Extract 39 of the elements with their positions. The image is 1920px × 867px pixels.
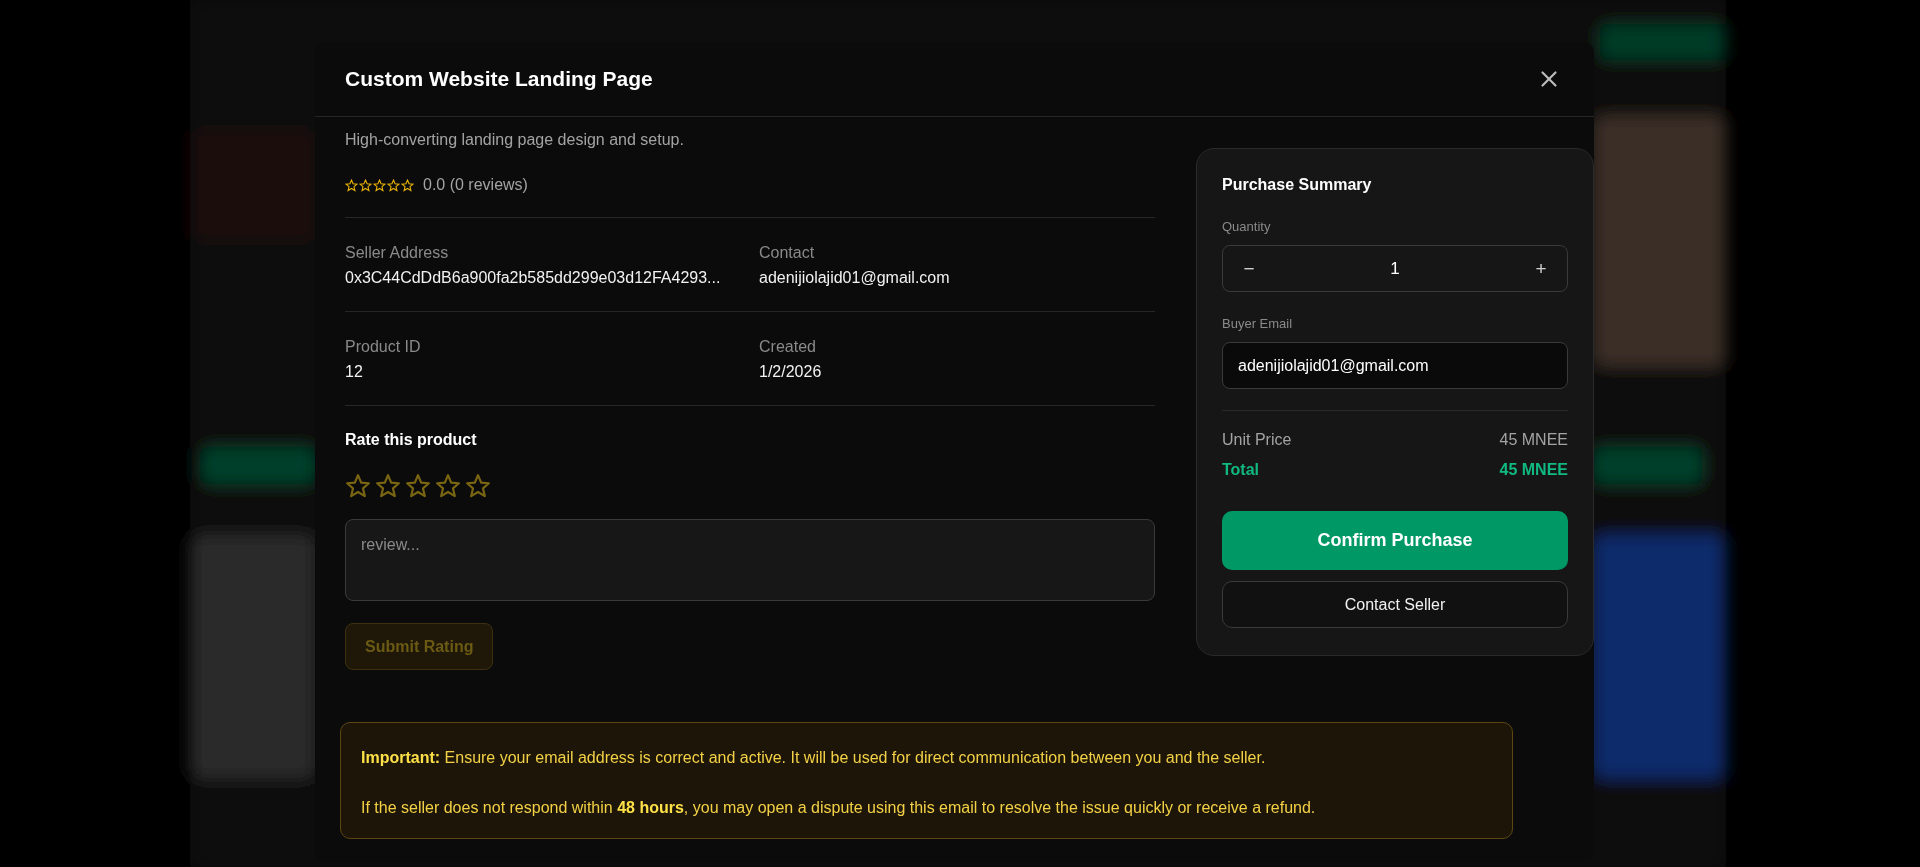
rating-summary: 0.0 (0 reviews) [423,176,528,194]
increment-button[interactable]: + [1527,257,1555,280]
field-label: Buyer Email [1222,316,1294,332]
detail-value: adenijiolajid01@gmail.com [759,268,951,288]
review-field[interactable]: review... [345,519,1155,601]
star-icon[interactable] [405,473,431,499]
dialog-title: Custom Website Landing Page [345,67,653,91]
product-description: High-converting landing page design and setup. [345,130,685,150]
detail-label: Seller Address [345,243,450,263]
notice-text: Important: Ensure your email address is correct and active. It will be used for direct communication between you and the seller. [361,748,1267,768]
detail-value: 0x3C44CdDdB6a900fa2b585dd299e03d12FA4293... [345,268,722,288]
quantity-value: 1 [1390,258,1400,279]
detail-label: Contact [759,243,816,263]
detail-label: Product ID [345,337,422,357]
star-icon [373,178,386,192]
email-field[interactable]: adenijiolajid01@gmail.com [1222,342,1568,389]
unit-price-label: Unit Price [1222,430,1292,450]
confirm-purchase-button[interactable]: Confirm Purchase [1222,511,1568,570]
star-icon [359,178,372,192]
card-title: Purchase Summary [1222,175,1373,195]
rate-heading: Rate this product [345,430,478,450]
total-value: 45 MNEE [1499,460,1568,480]
detail-label: Created [759,337,817,357]
star-icon[interactable] [465,473,491,499]
contact-seller-button[interactable]: Contact Seller [1222,581,1568,628]
total-label: Total [1222,460,1260,480]
field-label: Quantity [1222,219,1272,235]
star-icon [387,178,400,192]
detail-value: 1/2/2026 [759,362,823,382]
star-icon[interactable] [345,473,371,499]
star-icon[interactable] [435,473,461,499]
star-icon [345,178,358,192]
quantity-stepper[interactable]: − 1 + [1222,245,1568,292]
decrement-button[interactable]: − [1235,257,1263,280]
detail-value: 12 [345,362,364,382]
notice-text: If the seller does not respond within 48 hours, you may open a dispute using this email to resolve the issue quickly or receive a refund. [361,798,1317,818]
star-icon[interactable] [375,473,401,499]
star-icon [401,178,414,192]
unit-price-value: 45 MNEE [1499,430,1568,450]
